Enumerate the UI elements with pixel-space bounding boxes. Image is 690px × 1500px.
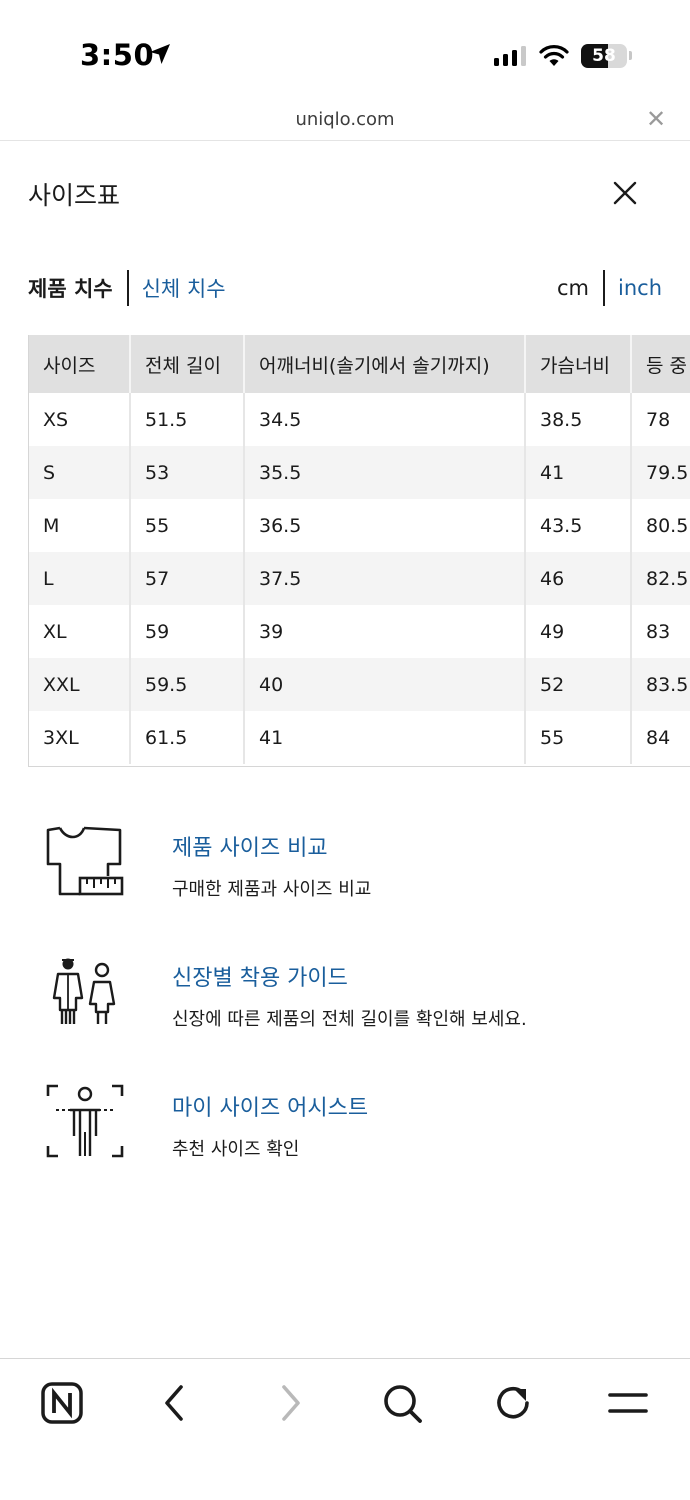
table-row: XS 51.5 34.5 38.5 78 — [29, 393, 690, 446]
table-cell: 78 — [630, 393, 690, 446]
size-table-scroll[interactable]: 사이즈 전체 길이 어깨너비(솔기에서 솔기까지) 가슴너비 등 중 XS 51… — [28, 335, 690, 767]
table-cell: 83 — [630, 605, 690, 658]
tab-body-measurements[interactable]: 신체 치수 — [142, 273, 226, 303]
table-cell: 37.5 — [243, 552, 525, 605]
table-row: XL 59 39 49 83 — [29, 605, 690, 658]
page-title: 사이즈표 — [28, 181, 121, 210]
battery-cap — [629, 51, 632, 60]
tab-divider — [126, 270, 129, 306]
unit-cm[interactable]: cm — [557, 276, 589, 300]
browser-bottom-toolbar — [0, 1358, 690, 1500]
table-cell: 51.5 — [129, 393, 244, 446]
table-header-row: 사이즈 전체 길이 어깨너비(솔기에서 솔기까지) 가슴너비 등 중 — [29, 335, 690, 393]
table-cell: XS — [43, 408, 69, 431]
table-cell: 83.5 — [630, 658, 690, 711]
two-figures-icon — [52, 958, 116, 1024]
link-title[interactable]: 제품 사이즈 비교 — [172, 830, 328, 862]
table-cell: L — [29, 552, 130, 605]
size-table: 사이즈 전체 길이 어깨너비(솔기에서 솔기까지) 가슴너비 등 중 XS 51… — [29, 335, 690, 764]
table-header-cell: 사이즈 — [29, 335, 130, 393]
table-cell: 36.5 — [243, 499, 525, 552]
location-arrow-icon — [150, 44, 170, 64]
url-text[interactable]: uniqlo.com — [0, 109, 690, 130]
link-height-fit-guide[interactable]: 신장별 착용 가이드 신장에 따른 제품의 전체 길이를 확인해 보세요. — [0, 950, 690, 1050]
table-cell: 79.5 — [630, 446, 690, 499]
table-cell: 52 — [524, 658, 631, 711]
tab-product-measurements[interactable]: 제품 치수 — [28, 273, 113, 303]
table-cell: XXL — [29, 658, 130, 711]
table-cell: 61.5 — [129, 711, 244, 764]
reload-icon[interactable] — [492, 1381, 536, 1425]
unit-divider — [603, 270, 605, 306]
table-cell: 39 — [243, 605, 525, 658]
link-product-size-compare[interactable]: 제품 사이즈 비교 구매한 제품과 사이즈 비교 — [0, 820, 690, 920]
link-title[interactable]: 마이 사이즈 어시스트 — [172, 1090, 368, 1122]
table-cell: 3XL — [43, 726, 79, 749]
table-cell: 84 — [630, 711, 690, 764]
table-cell: 59 — [129, 605, 244, 658]
search-icon[interactable] — [380, 1381, 424, 1425]
table-row: M 55 36.5 43.5 80.5 — [29, 499, 690, 552]
table-row: XXL 59.5 40 52 83.5 — [29, 658, 690, 711]
table-header-cell: 등 중 — [630, 335, 690, 393]
close-icon[interactable]: ✕ — [646, 107, 666, 131]
link-desc: 신장에 따른 제품의 전체 길이를 확인해 보세요. — [172, 1009, 527, 1030]
menu-icon[interactable] — [606, 1381, 650, 1425]
table-header-cell: 가슴너비 — [524, 335, 631, 393]
table-cell: 43.5 — [524, 499, 631, 552]
table-cell: 38.5 — [524, 393, 631, 446]
table-cell: 80.5 — [630, 499, 690, 552]
measurement-tabs: 제품 치수 신체 치수 — [28, 270, 226, 306]
table-row: S 53 35.5 41 79.5 — [29, 446, 690, 499]
browser-url-bar[interactable]: uniqlo.com ✕ — [0, 100, 690, 141]
back-icon[interactable] — [153, 1381, 197, 1425]
tshirt-ruler-icon — [46, 826, 124, 896]
table-cell: XL — [43, 620, 67, 643]
table-cell: 55 — [524, 711, 631, 764]
battery-percent: 58 — [592, 46, 616, 66]
link-desc: 추천 사이즈 확인 — [172, 1139, 300, 1160]
battery-icon: 58 — [581, 44, 627, 68]
unit-toggle: cm inch — [557, 270, 662, 306]
status-bar: 3:50 58 — [0, 0, 690, 100]
table-cell: 41 — [243, 711, 525, 764]
status-time: 3:50 — [80, 38, 155, 72]
table-cell: 57 — [129, 552, 244, 605]
naver-n-icon[interactable] — [40, 1381, 84, 1425]
link-my-size-assist[interactable]: 마이 사이즈 어시스트 추천 사이즈 확인 — [0, 1080, 690, 1180]
cellular-signal-icon — [494, 46, 526, 66]
table-cell: 40 — [243, 658, 525, 711]
forward-icon[interactable] — [268, 1381, 312, 1425]
table-cell: 34.5 — [243, 393, 525, 446]
table-cell: 49 — [524, 605, 631, 658]
table-header-cell: 어깨너비(솔기에서 솔기까지) — [243, 335, 525, 393]
table-cell: S — [29, 446, 130, 499]
table-cell: M — [43, 514, 60, 537]
link-desc: 구매한 제품과 사이즈 비교 — [172, 879, 372, 900]
person-scan-icon — [46, 1084, 124, 1158]
table-cell: 53 — [129, 446, 244, 499]
table-cell: 55 — [129, 499, 244, 552]
table-cell: 41 — [524, 446, 631, 499]
table-row: L 57 37.5 46 82.5 — [29, 552, 690, 605]
unit-inch[interactable]: inch — [618, 276, 662, 300]
close-icon[interactable] — [612, 180, 638, 206]
wifi-icon — [539, 45, 569, 66]
table-cell: 35.5 — [243, 446, 525, 499]
link-title[interactable]: 신장별 착용 가이드 — [172, 960, 348, 992]
table-cell: 82.5 — [630, 552, 690, 605]
table-row: 3XL 61.5 41 55 84 — [29, 711, 690, 764]
table-cell: 46 — [524, 552, 631, 605]
table-header-cell: 전체 길이 — [129, 335, 244, 393]
table-cell: 59.5 — [129, 658, 244, 711]
